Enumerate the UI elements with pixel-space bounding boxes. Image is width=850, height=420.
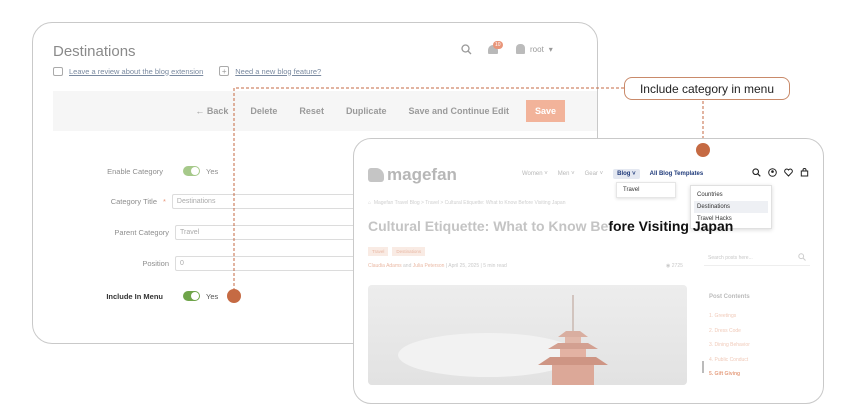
category-title-row: Category Title * Destinations	[33, 194, 392, 209]
logo-mark-icon	[368, 168, 384, 182]
search-icon[interactable]	[461, 43, 472, 55]
position-row: Position 0	[33, 256, 395, 271]
comment-icon	[53, 66, 63, 76]
delete-button[interactable]: Delete	[239, 100, 288, 122]
plus-icon: +	[219, 66, 230, 76]
position-label: Position	[142, 259, 169, 268]
toc-item[interactable]: 1. Greetings	[709, 309, 750, 324]
breadcrumb-text: Magefan Travel Blog > Travel > Cultural …	[373, 200, 566, 206]
view-count-value: 2725	[671, 263, 683, 269]
subdropdown-item-selected[interactable]: Destinations	[694, 201, 768, 213]
subdropdown-item[interactable]: Countries	[694, 189, 768, 201]
back-button[interactable]: ← Back	[184, 100, 239, 122]
page-title: Destinations	[53, 43, 136, 60]
category-title-label: Category Title	[110, 197, 157, 206]
post-title: Cultural Etiquette: What to Know Before …	[368, 218, 733, 234]
meta-date: | April 25, 2025 | 5 min read	[445, 263, 507, 269]
nav-blog[interactable]: Blog ˅	[613, 169, 640, 179]
meta-and: and	[403, 263, 412, 269]
toc-item[interactable]: 2. Dress Code	[709, 324, 750, 339]
author-link[interactable]: Julia Peterson	[413, 263, 445, 269]
marker-dot-admin	[227, 289, 241, 303]
logo-text: magefan	[387, 165, 457, 184]
enable-category-label: Enable Category	[107, 166, 163, 176]
view-count: ◉ 2725	[666, 263, 683, 269]
site-logo[interactable]: magefan	[368, 165, 457, 185]
storefront-window: magefan Women ˅ Men ˅ Gear ˅ Blog ˅ All …	[353, 138, 824, 404]
post-title-faded: Cultural Etiquette: What to Know Be	[368, 218, 609, 234]
enable-category-value: Yes	[206, 166, 219, 176]
nav-blog-templates[interactable]: All Blog Templates	[650, 171, 704, 177]
chevron-down-icon: ▾	[548, 44, 553, 54]
cart-icon[interactable]	[800, 168, 809, 177]
callout-label: Include category in menu	[624, 77, 790, 100]
author-link[interactable]: Claudia Adams	[368, 263, 402, 269]
action-bar: ← Back Delete Reset Duplicate Save and C…	[53, 91, 597, 131]
admin-header-right: 10 root ▾	[461, 41, 553, 55]
breadcrumb: ⌂ Magefan Travel Blog > Travel > Cultura…	[368, 200, 566, 206]
save-button[interactable]: Save	[525, 100, 565, 122]
toc-item[interactable]: 4. Public Conduct	[709, 353, 750, 368]
search-posts-input[interactable]: Search posts here...	[704, 251, 810, 266]
user-icon	[516, 44, 525, 54]
post-tags: Travel Destinations	[368, 247, 426, 256]
blog-dropdown: Travel	[616, 182, 676, 198]
nav-men[interactable]: Men ˅	[558, 171, 575, 177]
post-title-dark: fore Visiting Japan	[608, 218, 734, 234]
toc-title: Post Contents	[709, 294, 750, 300]
required-mark: *	[163, 197, 166, 206]
parent-category-row: Parent Category Travel	[33, 225, 395, 240]
include-in-menu-label: Include In Menu	[106, 291, 163, 301]
enable-category-toggle[interactable]	[183, 166, 200, 176]
include-in-menu-value: Yes	[206, 291, 219, 301]
notifications-button[interactable]: 10	[488, 41, 503, 55]
main-nav: Women ˅ Men ˅ Gear ˅ Blog ˅ All Blog Tem…	[522, 169, 703, 179]
review-link[interactable]: Leave a review about the blog extension	[69, 67, 203, 76]
toc-item[interactable]: 3. Dining Behavior	[709, 338, 750, 353]
post-meta: Claudia Adams and Julia Peterson | April…	[368, 263, 507, 269]
toc-indicator	[702, 361, 704, 373]
user-menu[interactable]: root ▾	[516, 44, 553, 54]
account-icon[interactable]	[768, 168, 777, 177]
include-in-menu-row: Include In Menu Yes	[33, 291, 218, 301]
dropdown-item[interactable]: Travel	[623, 187, 669, 193]
arrow-left-icon: ←	[195, 106, 207, 116]
notification-badge: 10	[493, 41, 503, 49]
toc-item-current[interactable]: 5. Gift Giving	[709, 367, 750, 382]
sidebar-search-icon[interactable]	[798, 253, 806, 261]
search-icon[interactable]	[752, 168, 761, 177]
back-label: Back	[206, 106, 229, 116]
enable-category-row: Enable Category Yes	[33, 166, 218, 176]
parent-category-label: Parent Category	[114, 228, 169, 237]
toc-list: 1. Greetings 2. Dress Code 3. Dining Beh…	[709, 309, 750, 382]
header-icons	[752, 168, 809, 177]
nav-gear[interactable]: Gear ˅	[585, 171, 604, 177]
reset-button[interactable]: Reset	[288, 100, 335, 122]
include-in-menu-toggle[interactable]	[183, 291, 200, 301]
marker-dot-front	[696, 143, 710, 157]
admin-links: Leave a review about the blog extension …	[53, 66, 321, 76]
tag[interactable]: Travel	[368, 247, 389, 256]
nav-women[interactable]: Women ˅	[522, 171, 548, 177]
heart-icon[interactable]	[784, 168, 793, 177]
feature-link[interactable]: Need a new blog feature?	[235, 67, 321, 76]
save-continue-button[interactable]: Save and Continue Edit	[397, 100, 520, 122]
user-name: root	[530, 44, 544, 54]
tag[interactable]: Destinations	[392, 247, 426, 256]
duplicate-button[interactable]: Duplicate	[335, 100, 398, 122]
pagoda-image	[368, 285, 687, 385]
hero-image	[368, 285, 687, 385]
